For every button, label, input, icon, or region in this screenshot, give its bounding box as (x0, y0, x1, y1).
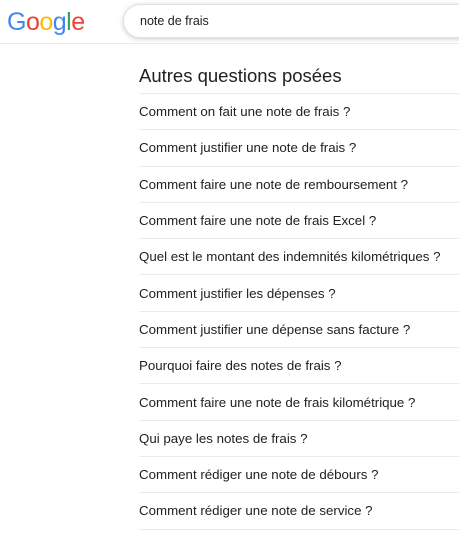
paa-question[interactable]: Comment justifier les dépenses ? (139, 274, 459, 310)
logo-letter: o (39, 8, 53, 36)
paa-question[interactable]: Comment rédiger une note de débours ? (139, 455, 459, 492)
people-also-ask-section: Autres questions posées Comment on fait … (139, 59, 459, 531)
paa-title: Autres questions posées (139, 65, 342, 86)
paa-list: Comment on fait une note de frais ? Comm… (139, 93, 459, 529)
paa-question-label: Comment faire une note de frais kilométr… (139, 394, 416, 410)
paa-question[interactable]: Quel est le montant des indemnités kilom… (139, 238, 459, 274)
paa-question-label: Comment faire une note de frais Excel ? (139, 213, 377, 229)
paa-question[interactable]: Comment faire une note de frais Excel ? (139, 201, 459, 238)
paa-question[interactable]: Comment faire une note de remboursement … (139, 165, 459, 202)
paa-question-label: Comment faire une note de remboursement … (139, 176, 409, 192)
paa-question[interactable]: Qui paye les notes de frais ? (139, 419, 459, 456)
logo-letter: g (52, 8, 67, 36)
paa-question-label: Comment justifier une note de frais ? (139, 140, 357, 156)
search-input[interactable] (140, 11, 440, 31)
paa-question[interactable]: Comment rédiger une note de service ? (139, 492, 459, 528)
paa-question-label: Pourquoi faire des notes de frais ? (139, 358, 342, 374)
logo-letter: G (7, 8, 26, 36)
paa-question-label: Comment justifier une dépense sans factu… (139, 321, 411, 337)
paa-question[interactable]: Comment justifier une dépense sans factu… (139, 310, 459, 347)
paa-question-label: Quel est le montant des indemnités kilom… (139, 249, 441, 265)
paa-question-label: Comment rédiger une note de service ? (139, 503, 373, 519)
paa-question-label: Comment on fait une note de frais ? (139, 104, 351, 120)
google-logo[interactable]: Google (7, 7, 85, 37)
logo-letter: o (25, 8, 40, 36)
paa-question[interactable]: Comment on fait une note de frais ? (139, 93, 459, 129)
search-box[interactable] (123, 4, 459, 38)
paa-question[interactable]: Comment justifier une note de frais ? (139, 129, 459, 165)
logo-letter: e (71, 8, 85, 36)
search-results-page: Google Autres questions posées Comment o… (0, 0, 459, 553)
paa-question[interactable]: Pourquoi faire des notes de frais ? (139, 347, 459, 383)
paa-question[interactable]: Comment faire une note de frais kilométr… (139, 383, 459, 419)
header: Google (0, 0, 459, 44)
divider (139, 528, 459, 531)
paa-question-label: Comment rédiger une note de débours ? (139, 467, 379, 483)
paa-question-label: Qui paye les notes de frais ? (139, 430, 308, 446)
paa-question-label: Comment justifier les dépenses ? (139, 285, 336, 301)
